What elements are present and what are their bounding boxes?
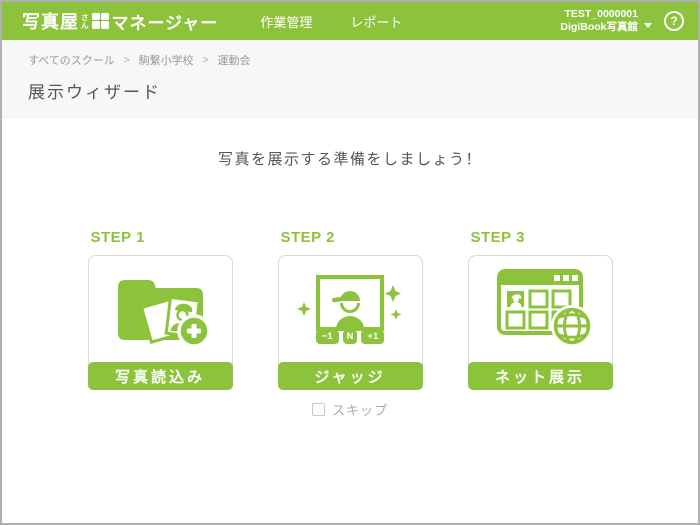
judge-score-badges: −1 N +1 [316,330,385,344]
folder-photos-add-icon [89,256,232,360]
logo-text-main: 写真屋 [22,8,79,34]
account-menu[interactable]: TEST_0000001 DigiBook写真館 [560,8,652,35]
step-2-card-judge[interactable]: −1 N +1 ジャッジ [278,255,423,390]
step-1-card-photo-import[interactable]: 写真読込み [88,255,233,390]
judge-photo-icon: −1 N +1 [279,256,422,360]
photo-tiles-icon [92,13,109,29]
wizard-lead-text: 写真を展示する準備をしましょう！ [2,148,698,169]
breadcrumb-school[interactable]: 駒繋小学校 [139,52,194,68]
skip-label: スキップ [332,400,388,419]
step-1-label: STEP 1 [91,229,233,246]
badge-neutral: N [343,330,358,344]
breadcrumb-all-schools[interactable]: すべてのスクール [28,52,115,68]
help-button[interactable]: ? [664,11,684,31]
account-id: TEST_0000001 [560,8,638,22]
chevron-down-icon [644,23,652,28]
app-logo[interactable]: 写真屋 さ ん マネージャー [22,8,218,34]
steps-row: STEP 1 [2,229,698,419]
breadcrumb-separator: > [203,55,209,66]
nav-item-report[interactable]: レポート [350,12,402,31]
badge-minus-one: −1 [316,330,339,344]
wizard-content: 写真を展示する準備をしましょう！ STEP 1 [2,118,698,419]
net-exhibit-button[interactable]: ネット展示 [468,362,613,390]
net-gallery-globe-icon [469,256,612,360]
account-text: TEST_0000001 DigiBook写真館 [560,8,638,35]
step-2-column: STEP 2 [278,229,423,419]
logo-text-small: さ ん [81,14,89,30]
badge-plus-one: +1 [361,330,384,344]
page-title: 展示ウィザード [28,78,698,103]
photo-import-button[interactable]: 写真読込み [88,362,233,390]
question-mark-icon: ? [670,14,677,28]
breadcrumb-separator: > [124,55,130,66]
nav-item-work-management[interactable]: 作業管理 [260,12,312,31]
step-3-card-net-exhibit[interactable]: ネット展示 [468,255,613,390]
app-window: 写真屋 さ ん マネージャー 作業管理 レポート TEST_0000001 Di… [0,0,700,525]
step-2-label: STEP 2 [281,229,423,246]
logo-text-suffix: マネージャー [112,9,219,34]
judge-button[interactable]: ジャッジ [278,362,423,390]
account-store-name: DigiBook写真館 [560,21,638,35]
skip-option[interactable]: スキップ [278,400,423,419]
page-header: すべてのスクール > 駒繋小学校 > 運動会 展示ウィザード [2,40,698,118]
header-right: TEST_0000001 DigiBook写真館 ? [560,8,684,35]
step-3-column: STEP 3 [468,229,613,419]
step-1-column: STEP 1 [88,229,233,419]
main-nav: 作業管理 レポート [260,12,402,31]
skip-checkbox[interactable] [312,403,325,416]
breadcrumb-event[interactable]: 運動会 [217,52,250,68]
top-bar: 写真屋 さ ん マネージャー 作業管理 レポート TEST_0000001 Di… [2,2,698,40]
step-3-label: STEP 3 [471,229,613,246]
breadcrumb: すべてのスクール > 駒繋小学校 > 運動会 [28,52,698,68]
